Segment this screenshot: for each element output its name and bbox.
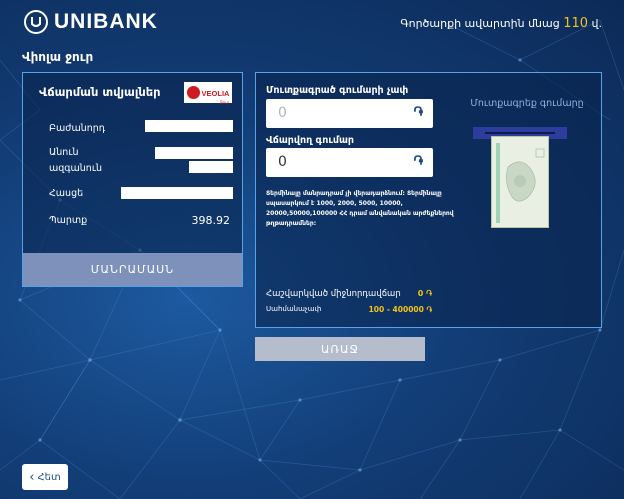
limit-label: Սահմանաչափ	[266, 305, 322, 313]
name-label-line1: Անուն	[49, 147, 79, 158]
provider-logo: VEOLIA Ջուր	[184, 82, 232, 105]
details-button[interactable]: ՄԱՆՐԱՄԱՍՆ	[23, 253, 242, 286]
continue-button[interactable]: ԱՌԱՋ	[255, 337, 425, 361]
timer-seconds: 110	[563, 16, 589, 31]
provider-logo-text: VEOLIA	[201, 88, 230, 98]
provider-logo-sub: Ջուր	[219, 99, 230, 105]
pay-amount-value: 0	[278, 154, 287, 170]
entered-amount-field[interactable]: 0 ֏	[266, 99, 433, 128]
banknote-icon	[491, 136, 549, 228]
currency-dram-icon: ֏	[413, 105, 423, 120]
back-button[interactable]: ‹ Հետ	[22, 464, 68, 490]
currency-dram-icon: ֏	[413, 154, 423, 169]
debt-value: 398.92	[191, 214, 231, 227]
unibank-logo-icon	[24, 10, 48, 34]
address-label: Հասցե	[49, 188, 84, 199]
insert-money-label: Մուտքագրեք գումարը	[470, 98, 584, 109]
terminal-notice: Տերմինալը մանրադրամ չի վերադարձնում: Տեր…	[266, 190, 454, 227]
limit-value: 100 - 400000 ֏	[368, 305, 432, 314]
chevron-left-icon: ‹	[29, 469, 35, 485]
veolia-logo-icon	[186, 86, 200, 99]
debt-label: Պարտք	[49, 215, 88, 226]
pay-amount-field[interactable]: 0 ֏	[266, 148, 433, 177]
timer-label: Գործարքի ավարտին մնաց	[400, 17, 560, 30]
address-value-redacted	[121, 187, 233, 199]
subscriber-label: Բաժանորդ	[49, 123, 106, 134]
timer-unit: վ.	[591, 17, 602, 30]
page-title: Վիոլա ջուր	[22, 50, 94, 64]
payment-form-panel: Մուտքագրած գումարի չափ 0 ֏ Վճարվող գումա…	[255, 72, 602, 328]
session-timer: Գործարքի ավարտին մնաց 110 վ.	[400, 16, 602, 31]
payment-details-title: Վճարման տվյալներ	[39, 85, 161, 99]
brand-name: UNIBANK	[54, 10, 158, 33]
name-value-redacted-2	[189, 161, 233, 173]
entered-amount-label: Մուտքագրած գումարի չափ	[266, 85, 409, 96]
unibank-logo: UNIBANK	[24, 10, 158, 34]
subscriber-value-redacted	[145, 120, 233, 132]
commission-value: 0 ֏	[417, 289, 432, 298]
name-value-redacted-1	[155, 147, 233, 159]
pay-amount-label: Վճարվող գումար	[266, 135, 354, 146]
entered-amount-value: 0	[278, 105, 287, 121]
name-label-line2: ազգանուն	[49, 163, 102, 174]
back-button-label: Հետ	[37, 471, 61, 483]
commission-label: Հաշվարկված միջնորդավճար	[266, 289, 401, 299]
header: UNIBANK Գործարքի ավարտին մնաց 110 վ.	[0, 0, 624, 48]
payment-details-panel: Վճարման տվյալներ VEOLIA Ջուր Բաժանորդ Ան…	[22, 72, 243, 287]
